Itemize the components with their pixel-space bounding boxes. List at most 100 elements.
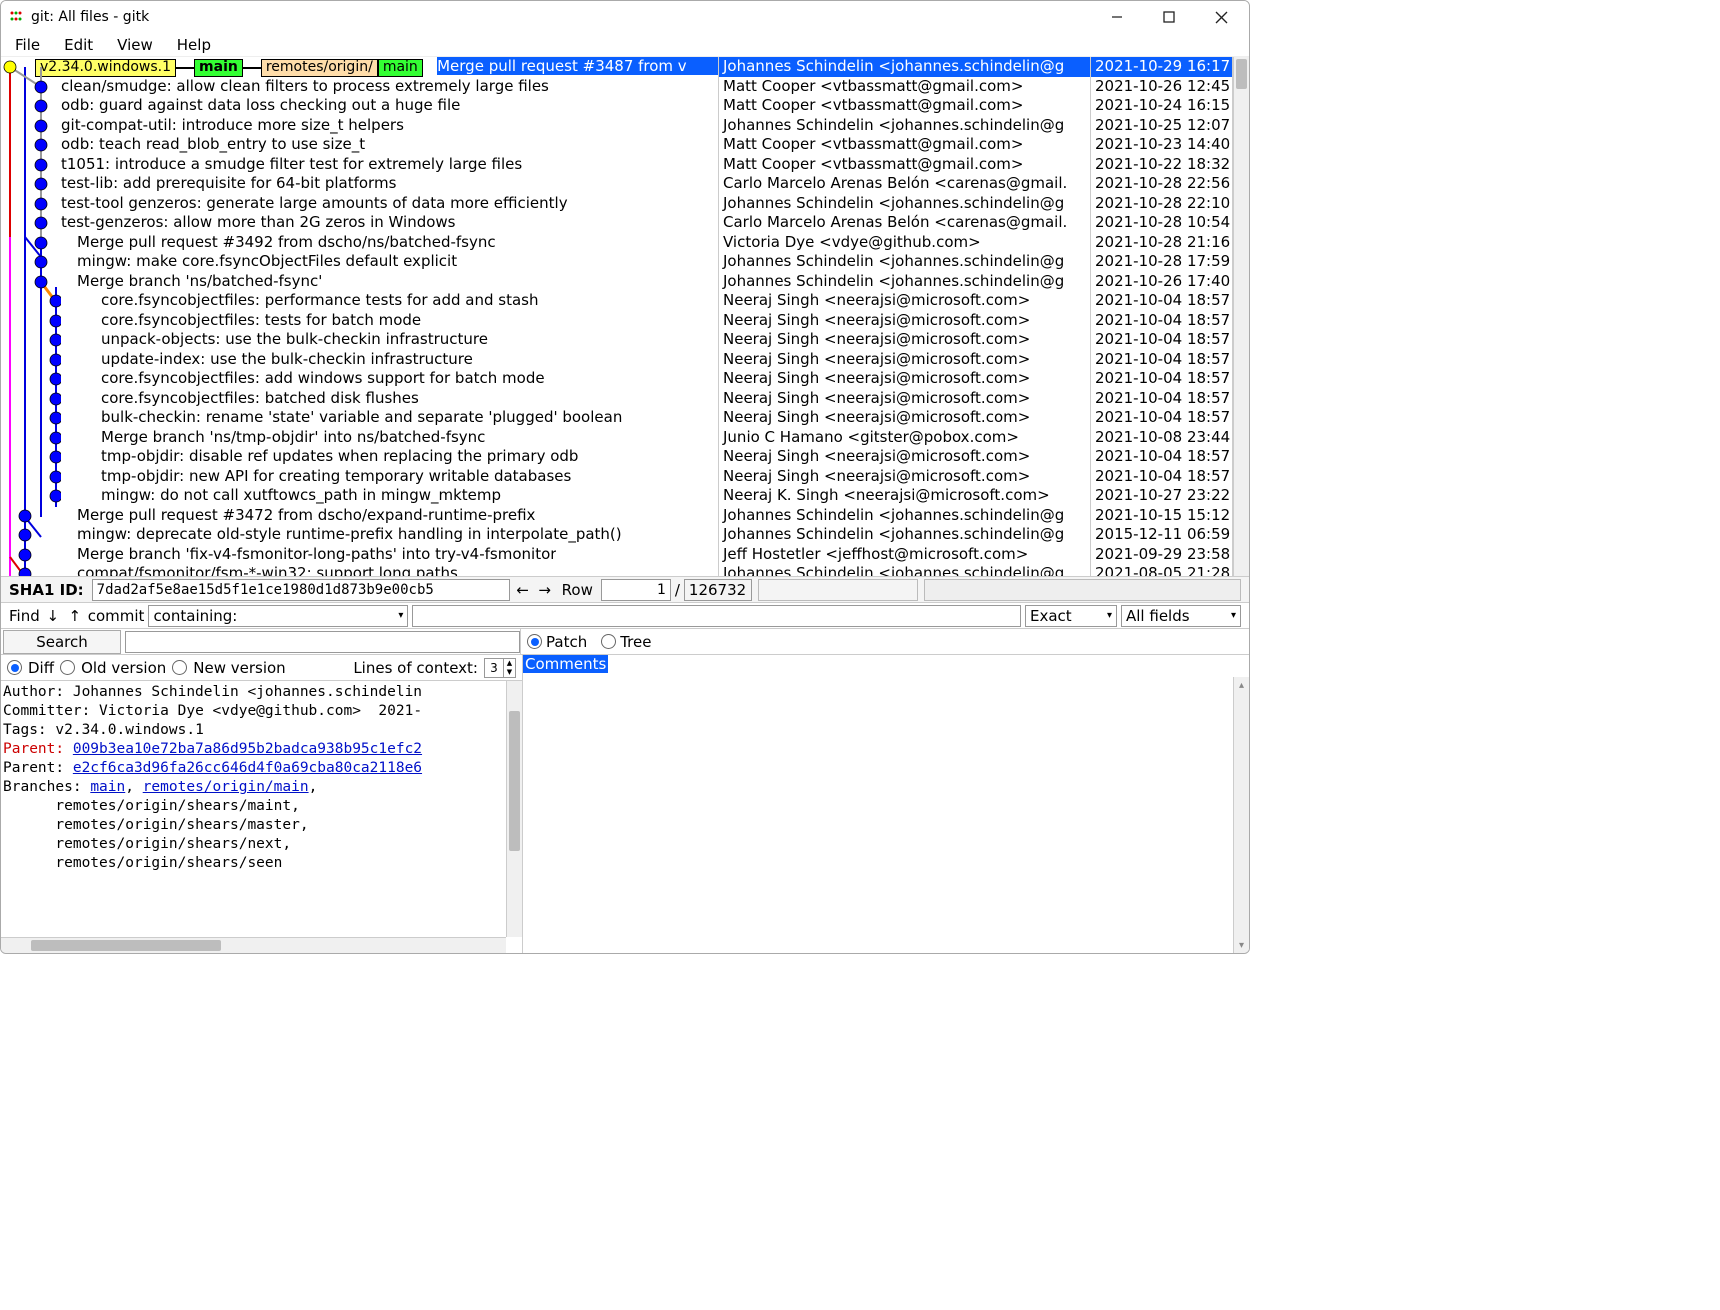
- file-list-body[interactable]: ▴ ▾: [523, 677, 1249, 953]
- commit-date: 2021-10-04 18:57: [1091, 311, 1232, 331]
- commit-row[interactable]: core.fsyncobjectfiles: tests for batch m…: [1, 311, 718, 331]
- menu-file[interactable]: File: [11, 34, 44, 56]
- graph-cell: [1, 291, 61, 311]
- window-title: git: All files - gitk: [31, 9, 1105, 25]
- spinner-down-icon[interactable]: ▼: [504, 668, 515, 677]
- commit-detail-text[interactable]: Author: Johannes Schindelin <johannes.sc…: [1, 681, 522, 953]
- commit-row[interactable]: core.fsyncobjectfiles: performance tests…: [1, 291, 718, 311]
- find-fields-select[interactable]: All fields ▾: [1121, 605, 1241, 627]
- commit-row[interactable]: t1051: introduce a smudge filter test fo…: [1, 155, 718, 175]
- commit-row[interactable]: Merge pull request #3492 from dscho/ns/b…: [1, 233, 718, 253]
- commit-message: t1051: introduce a smudge filter test fo…: [61, 155, 522, 175]
- commit-date: 2021-10-04 18:57: [1091, 447, 1232, 467]
- lines-of-context-spinner[interactable]: 3 ▲▼: [484, 658, 516, 678]
- diff-toolbar: Diff Old version New version Lines of co…: [1, 655, 522, 681]
- commit-row[interactable]: Merge branch 'ns/tmp-objdir' into ns/bat…: [1, 428, 718, 448]
- commit-date: 2021-10-08 23:44: [1091, 428, 1232, 448]
- commit-row[interactable]: Merge branch 'fix-v4-fsmonitor-long-path…: [1, 545, 718, 565]
- comments-header[interactable]: Comments: [523, 655, 1249, 677]
- commit-author: Johannes Schindelin <johannes.schindelin…: [719, 525, 1090, 545]
- detail-scrollbar-h[interactable]: [1, 937, 506, 953]
- branch-remote-link[interactable]: remotes/origin/main: [143, 779, 309, 795]
- search-button-label: Search: [36, 633, 88, 651]
- commit-date: 2021-10-04 18:57: [1091, 369, 1232, 389]
- graph-cell: [1, 389, 61, 409]
- patch-radio[interactable]: [527, 634, 542, 649]
- log-column-date[interactable]: 2021-10-29 16:172021-10-26 12:452021-10-…: [1091, 57, 1233, 576]
- search-input[interactable]: [125, 631, 520, 653]
- commit-date: 2021-10-28 22:10: [1091, 194, 1232, 214]
- menu-help[interactable]: Help: [173, 34, 215, 56]
- find-down-button[interactable]: ↓: [44, 605, 62, 627]
- tree-radio[interactable]: [601, 634, 616, 649]
- log-column-author[interactable]: Johannes Schindelin <johannes.schindelin…: [719, 57, 1091, 576]
- minimize-button[interactable]: [1105, 5, 1129, 29]
- commit-row[interactable]: test-genzeros: allow more than 2G zeros …: [1, 213, 718, 233]
- graph-cell: [1, 311, 61, 331]
- commit-author: Carlo Marcelo Arenas Belón <carenas@gmai…: [719, 174, 1090, 194]
- row-current-input[interactable]: [601, 579, 671, 601]
- commit-row[interactable]: test-lib: add prerequisite for 64-bit pl…: [1, 174, 718, 194]
- commit-row[interactable]: core.fsyncobjectfiles: add windows suppo…: [1, 369, 718, 389]
- scroll-thumb[interactable]: [509, 711, 520, 851]
- commit-row[interactable]: test-tool genzeros: generate large amoun…: [1, 194, 718, 214]
- sha-input[interactable]: [92, 579, 510, 601]
- find-mode-select[interactable]: containing: ▾: [148, 605, 408, 627]
- commit-row[interactable]: Merge branch 'ns/batched-fsync': [1, 272, 718, 292]
- parent1-link[interactable]: 009b3ea10e72ba7a86d95b2badca938b95c1efc2: [73, 741, 422, 757]
- diff-radio[interactable]: [7, 660, 22, 675]
- parent2-link[interactable]: e2cf6ca3d96fa26cc646d4f0a69cba80ca2118e6: [73, 760, 422, 776]
- commit-row[interactable]: tmp-objdir: new API for creating tempora…: [1, 467, 718, 487]
- commit-row[interactable]: tmp-objdir: disable ref updates when rep…: [1, 447, 718, 467]
- commit-row[interactable]: unpack-objects: use the bulk-checkin inf…: [1, 330, 718, 350]
- window: git: All files - gitk File Edit View Hel…: [0, 0, 1250, 954]
- commit-message: Merge branch 'ns/batched-fsync': [77, 272, 322, 292]
- commit-row[interactable]: clean/smudge: allow clean filters to pro…: [1, 77, 718, 97]
- commit-author: Johannes Schindelin <johannes.schindelin…: [719, 272, 1090, 292]
- commit-row[interactable]: mingw: do not call xutftowcs_path in min…: [1, 486, 718, 506]
- search-button[interactable]: Search: [3, 630, 121, 654]
- commit-row[interactable]: v2.34.0.windows.1mainremotes/origin/main…: [1, 57, 718, 77]
- scroll-thumb[interactable]: [1236, 59, 1247, 89]
- commit-row[interactable]: odb: teach read_blob_entry to use size_t: [1, 135, 718, 155]
- scroll-up-icon[interactable]: ▴: [1234, 677, 1249, 693]
- find-match-label: Exact: [1030, 607, 1072, 625]
- commit-row[interactable]: mingw: make core.fsyncObjectFiles defaul…: [1, 252, 718, 272]
- log-column-message[interactable]: v2.34.0.windows.1mainremotes/origin/main…: [1, 57, 719, 576]
- commit-date: 2021-10-25 12:07: [1091, 116, 1232, 136]
- close-button[interactable]: [1209, 5, 1233, 29]
- menu-edit[interactable]: Edit: [60, 34, 97, 56]
- file-list-scrollbar[interactable]: ▴ ▾: [1233, 677, 1249, 953]
- branch-main-link[interactable]: main: [90, 779, 125, 795]
- log-scrollbar[interactable]: [1233, 57, 1249, 576]
- old-version-radio[interactable]: [60, 660, 75, 675]
- graph-cell: [1, 447, 61, 467]
- commit-row[interactable]: odb: guard against data loss checking ou…: [1, 96, 718, 116]
- tag-main[interactable]: main: [194, 59, 243, 77]
- tag-remote-main[interactable]: main: [378, 59, 423, 77]
- new-version-radio[interactable]: [172, 660, 187, 675]
- commit-message: core.fsyncobjectfiles: performance tests…: [101, 291, 539, 311]
- find-match-select[interactable]: Exact ▾: [1025, 605, 1117, 627]
- spinner-up-icon[interactable]: ▲: [504, 659, 515, 668]
- patch-tree-toggle: Patch Tree: [520, 629, 1249, 654]
- commit-row[interactable]: git-compat-util: introduce more size_t h…: [1, 116, 718, 136]
- commit-row[interactable]: update-index: use the bulk-checkin infra…: [1, 350, 718, 370]
- file-list-panel: Comments ▴ ▾: [523, 655, 1249, 953]
- commit-message: v2.34.0.windows.1mainremotes/origin/main…: [35, 57, 718, 77]
- scroll-thumb[interactable]: [31, 940, 221, 951]
- commit-row[interactable]: core.fsyncobjectfiles: batched disk flus…: [1, 389, 718, 409]
- commit-row[interactable]: bulk-checkin: rename 'state' variable an…: [1, 408, 718, 428]
- scroll-down-icon[interactable]: ▾: [1234, 937, 1249, 953]
- detail-scrollbar-v[interactable]: [506, 681, 522, 937]
- commit-row[interactable]: mingw: deprecate old-style runtime-prefi…: [1, 525, 718, 545]
- menu-view[interactable]: View: [113, 34, 157, 56]
- find-up-button[interactable]: ↑: [66, 605, 84, 627]
- commit-row[interactable]: compat/fsmonitor/fsm-*-win32: support lo…: [1, 564, 718, 576]
- commit-row[interactable]: Merge pull request #3472 from dscho/expa…: [1, 506, 718, 526]
- find-input[interactable]: [412, 605, 1021, 627]
- maximize-button[interactable]: [1157, 5, 1181, 29]
- tag-remote-prefix[interactable]: remotes/origin/: [261, 59, 378, 77]
- nav-prev-button[interactable]: ←: [514, 579, 532, 601]
- nav-next-button[interactable]: →: [536, 579, 554, 601]
